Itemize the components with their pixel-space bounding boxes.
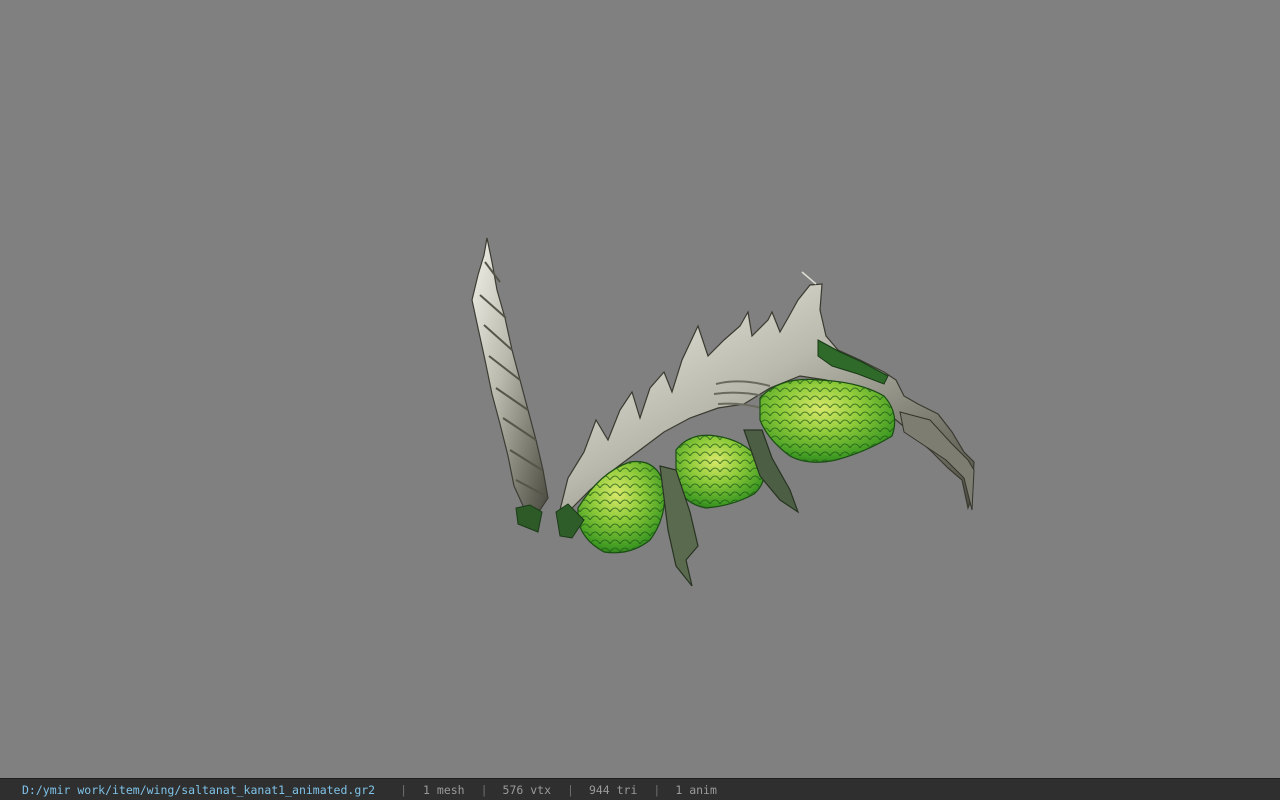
3d-viewport[interactable] — [0, 0, 1280, 778]
wing-body — [555, 271, 975, 587]
separator: | — [480, 782, 488, 797]
separator: | — [400, 782, 408, 797]
status-bar: D:/ymir work/item/wing/saltanat_kanat1_a… — [0, 778, 1280, 800]
animation-count: 1 anim — [675, 782, 717, 797]
mesh-count: 1 mesh — [423, 782, 465, 797]
separator: | — [567, 782, 574, 797]
left-horn — [471, 237, 549, 533]
model-render — [471, 237, 975, 587]
vertex-count: 576 vtx — [502, 782, 551, 797]
triangle-count: 944 tri — [588, 782, 638, 797]
file-path: D:/ymir work/item/wing/saltanat_kanat1_a… — [22, 782, 376, 797]
separator: | — [653, 782, 661, 797]
